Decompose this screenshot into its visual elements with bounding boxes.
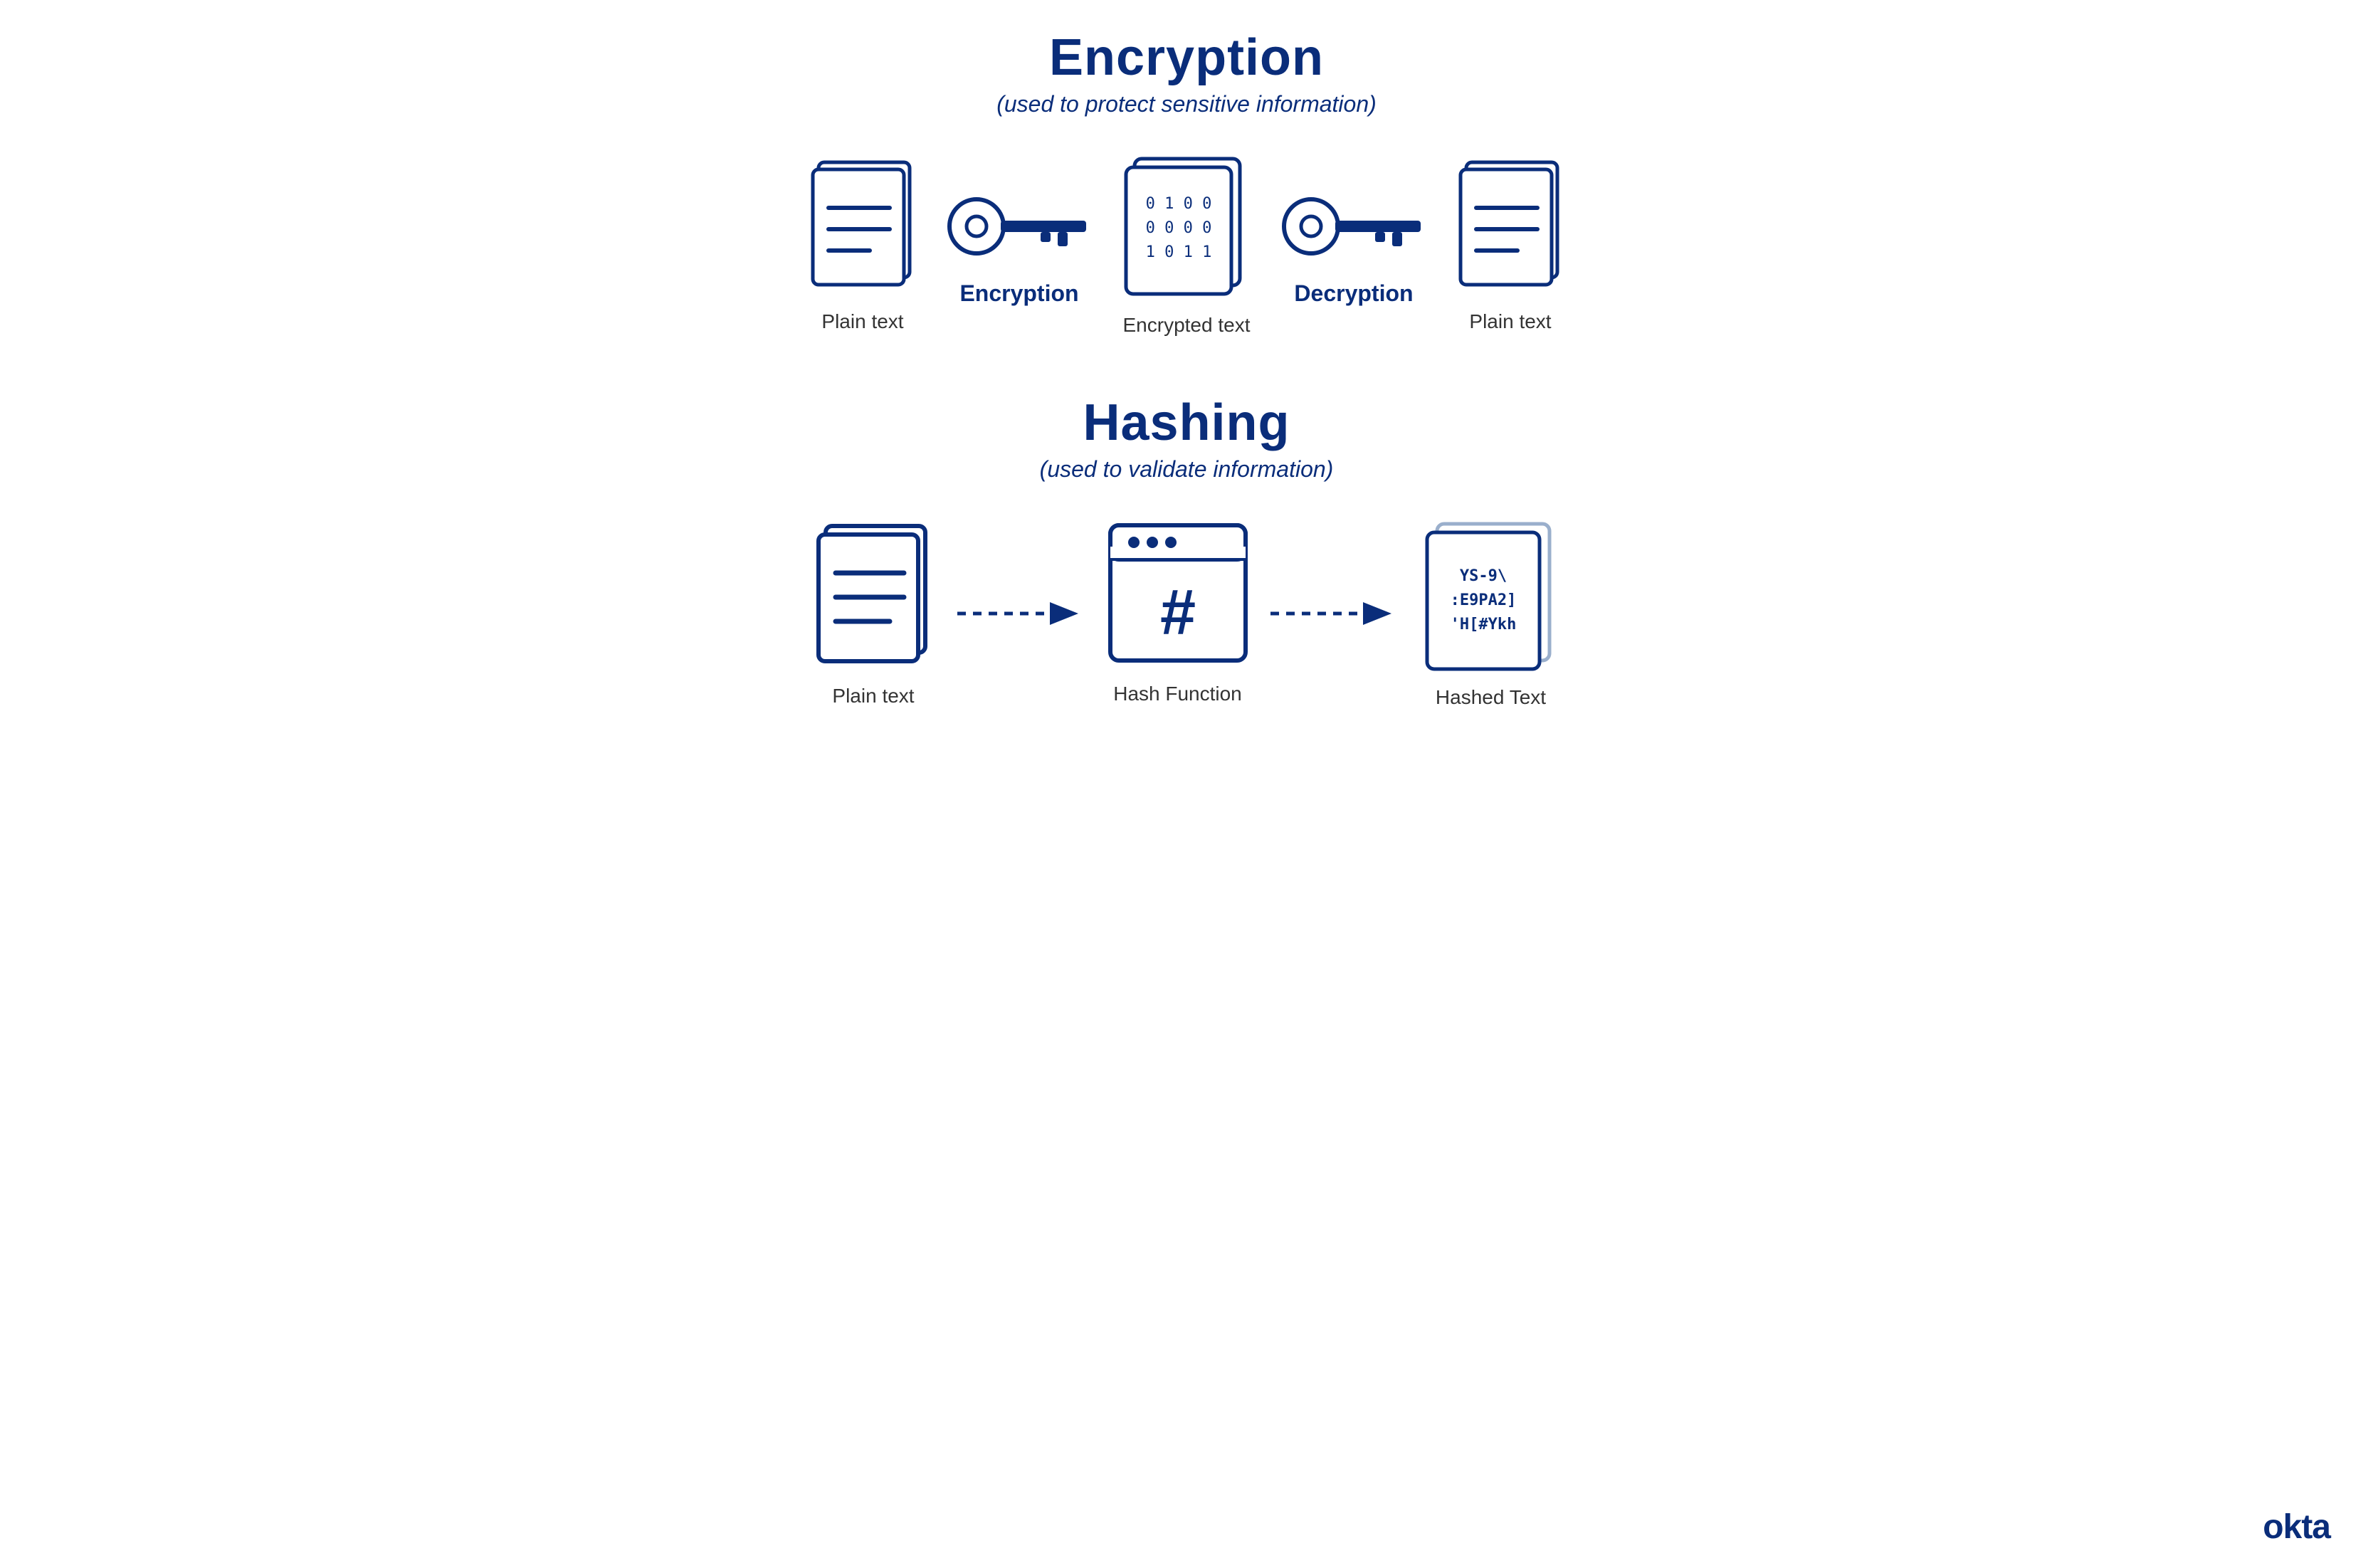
encryption-title: Encryption [1049,28,1324,87]
plain-text-right-label: Plain text [1469,310,1551,333]
decryption-key-icon [1275,184,1432,269]
encryption-label: Encryption [959,280,1078,307]
svg-text::E9PA2]: :E9PA2] [1450,591,1516,609]
document-left-icon [806,157,920,299]
dashed-arrow-1-icon [957,592,1085,635]
dashed-arrow-1 [957,592,1085,635]
hashed-text-figure: YS-9\ :E9PA2] 'H[#Ykh Hashed Text [1420,518,1562,709]
hashing-document-icon [811,520,936,673]
hashed-text-label: Hashed Text [1436,686,1546,709]
hash-function-icon: # [1107,522,1249,671]
document-right-icon [1453,157,1567,299]
svg-text:#: # [1159,577,1195,648]
okta-logo: okta [2263,1508,2330,1547]
svg-text:1 0 1 1: 1 0 1 1 [1146,243,1212,261]
hashing-plain-text-figure: Plain text [811,520,936,707]
plain-text-left-figure: Plain text [806,157,920,333]
plain-text-right-figure: Plain text [1453,157,1567,333]
hashing-plain-text-label: Plain text [832,685,914,707]
encryption-subtitle: (used to protect sensitive information) [996,91,1377,117]
encrypted-text-figure: 0 1 0 0 0 0 0 0 1 0 1 1 Encrypted text [1119,153,1254,337]
encryption-key-icon [941,184,1098,269]
decryption-label: Decryption [1294,280,1413,307]
encrypted-box-icon: 0 1 0 0 0 0 0 0 1 0 1 1 [1119,153,1254,302]
svg-text:0 0 0 0: 0 0 0 0 [1146,219,1212,237]
hash-function-figure: # Hash Function [1107,522,1249,705]
dashed-arrow-2 [1270,592,1399,635]
hashing-row: Plain text [688,518,1685,709]
svg-text:YS-9\: YS-9\ [1459,567,1506,585]
encryption-key-figure: Encryption [941,184,1098,307]
svg-text:'H[#Ykh: 'H[#Ykh [1450,616,1516,633]
hashed-text-icon: YS-9\ :E9PA2] 'H[#Ykh [1420,518,1562,675]
encryption-row: Plain text Encryption [688,153,1685,337]
hashing-title: Hashing [1083,394,1290,452]
decryption-key-figure: Decryption [1275,184,1432,307]
encrypted-text-label: Encrypted text [1123,314,1251,337]
plain-text-left-label: Plain text [821,310,903,333]
encryption-section: Encryption (used to protect sensitive in… [14,28,2359,394]
hash-function-label: Hash Function [1113,683,1242,705]
hashing-section: Hashing (used to validate information) P… [14,394,2359,766]
dashed-arrow-2-icon [1270,592,1399,635]
hashing-subtitle: (used to validate information) [1040,456,1334,483]
svg-text:0 1 0 0: 0 1 0 0 [1146,195,1212,213]
